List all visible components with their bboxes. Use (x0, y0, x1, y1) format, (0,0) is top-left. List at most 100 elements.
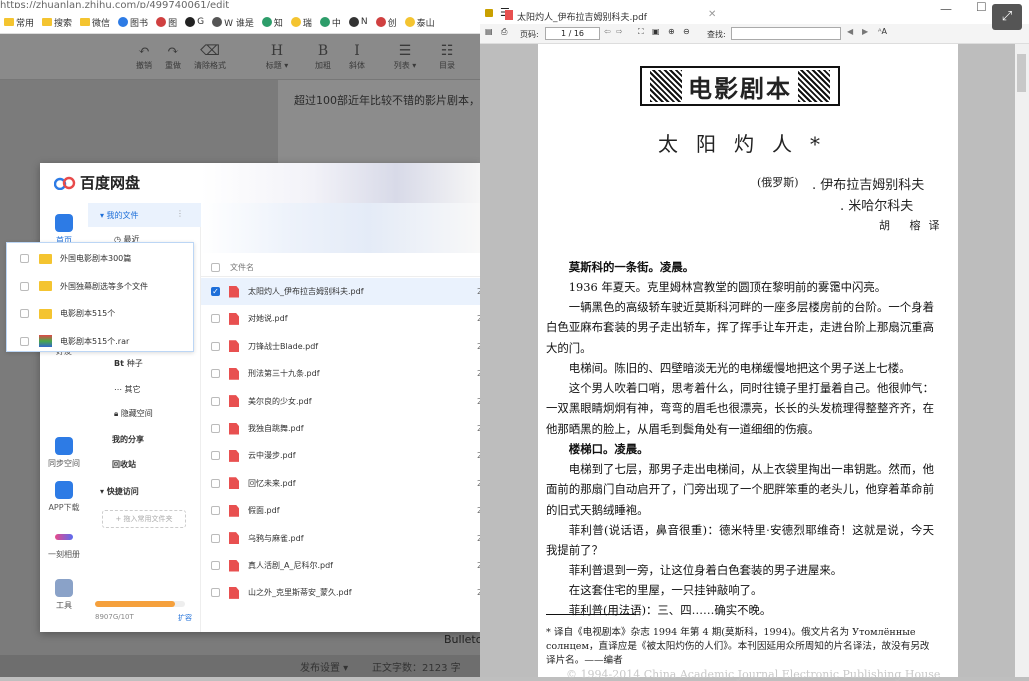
popup-item[interactable]: 电影剧本515个 (6, 300, 194, 327)
file-checkbox[interactable] (211, 588, 220, 598)
page-number-input[interactable]: 1 / 16 (545, 27, 600, 40)
minimize-button[interactable]: — (940, 2, 952, 16)
nav-album[interactable]: 一刻相册 (40, 528, 88, 560)
file-row[interactable]: 对她说.pdf2 (201, 305, 482, 332)
file-checkbox[interactable] (211, 451, 220, 461)
editor-tool-7[interactable]: ☷ 目录 (430, 42, 464, 71)
editor-tool-6[interactable]: ☰ 列表 ▾ (388, 42, 422, 71)
bookmark-label: 图书 (130, 18, 149, 29)
file-checkbox[interactable] (211, 424, 220, 433)
editor-tool-5[interactable]: I 斜体 (340, 42, 374, 71)
file-row[interactable]: 美尔良的少女.pdf2 (201, 388, 482, 415)
file-row[interactable]: 山之外_克里斯蒂安_蒙久.pdf2 (201, 579, 482, 606)
pdf-scrollbar[interactable] (1015, 44, 1029, 677)
bookmark-item[interactable]: 图书 (118, 16, 148, 29)
bookmark-icon (404, 17, 415, 27)
popup-item[interactable]: 外国独幕剧选等多个文件 (6, 273, 194, 300)
other-item[interactable]: ⋯ 其它 (114, 384, 141, 395)
bt-item[interactable]: Bt 种子 (114, 358, 143, 369)
print-icon[interactable]: ⎙ (501, 27, 507, 37)
file-checkbox[interactable] (211, 396, 220, 406)
maximize-button[interactable]: ☐ (976, 0, 987, 14)
find-prev-icon[interactable]: ◀ (847, 27, 853, 36)
file-row[interactable]: 刀锋战士Blade.pdf2 (201, 333, 482, 360)
bookmark-item[interactable]: 微信 (80, 16, 110, 29)
more-icon[interactable]: ⋮ (176, 209, 184, 218)
file-row[interactable]: ✓太阳灼人_伊布拉吉姆别科夫.pdf2 (201, 278, 482, 305)
bookmark-item[interactable]: 图 (156, 16, 177, 29)
find-input[interactable] (731, 27, 841, 40)
editor-tool-4[interactable]: B 加粗 (306, 42, 340, 71)
header-checkbox[interactable] (211, 263, 220, 272)
fullscreen-button[interactable]: ⤢ (992, 4, 1022, 30)
my-files-item[interactable]: ▾ 我的文件 ⋮ (88, 203, 201, 227)
address-bar[interactable]: https://zhuanlan.zhihu.com/p/499740061/e… (0, 0, 480, 8)
popup-checkbox[interactable] (20, 309, 29, 318)
prev-page-icon[interactable]: ⇦ (604, 27, 611, 36)
next-page-icon[interactable]: ⇨ (616, 27, 623, 36)
popup-item[interactable]: 外国电影剧本300篇 (6, 245, 194, 272)
file-row[interactable]: 云中漫步.pdf2 (201, 442, 482, 469)
pdf-scrollbar-thumb[interactable] (1017, 54, 1026, 92)
find-next-icon[interactable]: ▶ (862, 27, 868, 36)
my-share-item[interactable]: 我的分享 (112, 434, 144, 445)
pdf-tab-title[interactable]: 太阳灼人_伊布拉吉姆别科夫.pdf (517, 10, 647, 23)
tab-close-icon[interactable]: ✕ (708, 9, 716, 20)
bookmark-item[interactable]: 创 (375, 16, 397, 29)
file-row[interactable]: 刑法第三十九条.pdf2 (201, 360, 482, 387)
file-checkbox[interactable] (211, 561, 220, 570)
zoom-in-icon[interactable]: ⊕ (668, 27, 675, 36)
nav-tools[interactable]: 工具 (40, 579, 88, 611)
bookmark-item[interactable]: G (185, 17, 204, 27)
recycle-bin-item[interactable]: 回收站 (112, 459, 136, 470)
bold-icon: B (317, 43, 329, 59)
popup-item[interactable]: 电影剧本515个.rar (6, 328, 194, 355)
file-row[interactable]: 回忆未来.pdf2 (201, 470, 482, 497)
popup-checkbox[interactable] (20, 254, 29, 263)
hidden-space-item[interactable]: 🔒︎ 隐藏空间 (114, 408, 153, 419)
expand-quota-link[interactable]: 扩容 (178, 613, 192, 623)
editor-tool-3[interactable]: H 标题 ▾ (260, 42, 294, 71)
file-checkbox[interactable] (211, 341, 220, 351)
fit-page-icon[interactable]: ⛶ (638, 27, 644, 37)
publish-settings-button[interactable]: 发布设置 ▾ (300, 659, 348, 674)
quick-access-item[interactable]: ▾ 快捷访问 (100, 486, 139, 497)
file-checkbox[interactable] (211, 533, 220, 543)
file-checkbox[interactable]: ✓ (211, 287, 220, 296)
pdf-file-icon (229, 559, 239, 572)
popup-checkbox[interactable] (20, 281, 29, 291)
sync-icon (55, 437, 73, 455)
file-row[interactable]: 我独自跳舞.pdf2 (201, 415, 482, 442)
file-checkbox[interactable] (211, 314, 220, 324)
bookmark-item[interactable]: 常用 (4, 16, 34, 29)
bookmark-item[interactable]: 搜索 (42, 16, 72, 29)
file-checkbox[interactable] (211, 506, 220, 516)
fit-width-icon[interactable]: ▣ (652, 27, 660, 36)
quick-add-dropzone[interactable]: + 拖入常用文件夹 (102, 510, 186, 528)
file-row[interactable]: 假面.pdf2 (201, 497, 482, 524)
bookmark-item[interactable]: 知 (261, 16, 283, 29)
redo-icon: ↷ (167, 43, 179, 59)
editor-tool-2[interactable]: ⌫ 清除格式 (193, 42, 227, 71)
file-row[interactable]: 乌鸦与麻雀.pdf2 (201, 525, 482, 552)
editor-body-text[interactable]: 超过100部近年比较不错的影片剧本， (294, 92, 480, 108)
file-checkbox[interactable] (211, 478, 220, 488)
file-checkbox[interactable] (211, 369, 220, 379)
editor-tool-1[interactable]: ↷ 重做 (156, 42, 190, 71)
popup-checkbox[interactable] (20, 336, 29, 346)
bookmark-item[interactable]: N (348, 17, 368, 27)
pdf-file-icon (229, 340, 239, 353)
bookmark-item[interactable]: W 谁是 (212, 16, 254, 29)
bookmark-item[interactable]: 泰山 (404, 16, 435, 29)
zoom-out-icon[interactable]: ⊖ (683, 27, 690, 36)
bookmark-item[interactable]: 中 (319, 16, 341, 29)
bookmark-item[interactable]: 瑞 (290, 16, 312, 29)
nav-phone[interactable]: APP下载 (40, 481, 88, 513)
file-row[interactable]: 真人活剧_A_尼科尔.pdf2 (201, 552, 482, 579)
pan-header-search-area[interactable] (201, 163, 480, 203)
font-size-icon[interactable]: ᴬA (878, 27, 887, 36)
open-icon[interactable]: ▤ (485, 27, 493, 36)
bookmark-label: 微信 (92, 18, 111, 29)
filename-column-label[interactable]: 文件名 (230, 262, 254, 273)
nav-sync[interactable]: 同步空间 (40, 437, 88, 469)
